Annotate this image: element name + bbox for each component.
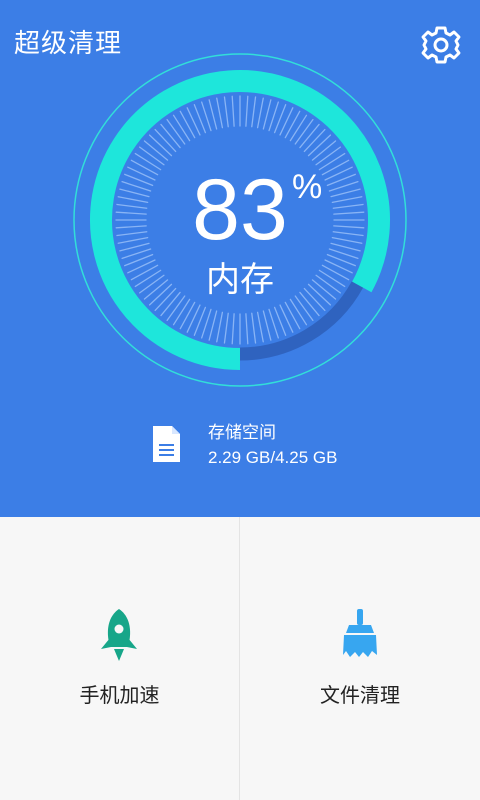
gauge-tick [299, 123, 320, 149]
gauge-tick [262, 310, 272, 341]
gauge-tick [256, 311, 264, 343]
memory-status-panel: 超级清理 83 % 内存 存储空间 2.29 GB/4.25 GB [0, 0, 480, 517]
gauge-tick [231, 95, 235, 127]
gauge-tick [324, 259, 353, 274]
gauge-tick [216, 97, 224, 129]
gauge-tick [186, 107, 201, 136]
gauge-tick [333, 225, 365, 229]
gauge-tick [331, 236, 363, 244]
gauge-tick [172, 298, 191, 326]
gauge-tick [315, 274, 341, 294]
gauge-tick [303, 128, 326, 153]
gauge-tick [279, 304, 294, 333]
gauge-tick [245, 313, 249, 345]
gauge-tick [186, 304, 201, 333]
gauge-tick [294, 119, 314, 145]
gauge-tick [130, 264, 159, 281]
gauge-tick [245, 95, 249, 127]
gauge-tick [321, 264, 350, 281]
gauge-tick [116, 231, 148, 237]
gauge-tick [172, 114, 191, 142]
gauge-tick [251, 96, 257, 128]
gauge-tick [256, 97, 264, 129]
gauge-tick [160, 123, 181, 149]
gauge-tick [251, 312, 257, 344]
gauge-tick [311, 279, 337, 300]
gauge-tick [179, 110, 196, 139]
gauge-tick [279, 107, 294, 136]
gauge-tick [284, 110, 301, 139]
gauge-tick [223, 96, 229, 128]
gauge-tick [318, 269, 346, 288]
broom-icon [343, 609, 377, 657]
gauge-tick [333, 211, 365, 215]
gauge-tick [119, 242, 150, 252]
gauge-tick [289, 114, 308, 142]
gauge-tick [307, 283, 332, 306]
gauge-tick [311, 140, 337, 161]
phone-speed-up-button[interactable]: 手机加速 [0, 517, 239, 800]
storage-value: 2.29 GB/4.25 GB [208, 448, 338, 467]
gauge-tick [119, 188, 150, 198]
percent-sign: % [292, 168, 323, 206]
quick-actions: 手机加速 文件清理 [0, 517, 480, 800]
gauge-tick [117, 236, 149, 244]
gauge-tick [208, 310, 218, 341]
rocket-icon [101, 609, 137, 661]
phone-speed-up-label: 手机加速 [79, 683, 160, 707]
gauge-tick [331, 196, 363, 204]
gauge-tick [208, 99, 218, 130]
gauge-tick [179, 301, 196, 330]
gauge-tick [154, 128, 177, 153]
gauge-tick [330, 242, 361, 252]
gauge-tick [330, 188, 361, 198]
gauge-tick [148, 134, 173, 157]
gauge-tick [307, 134, 332, 157]
storage-title: 存储空间 [208, 423, 276, 443]
gauge-tick [262, 99, 272, 130]
gauge-tick [231, 313, 235, 345]
gauge-tick [127, 259, 156, 274]
memory-label: 内存 [206, 260, 274, 300]
gauge-tick [134, 269, 162, 288]
document-icon [153, 426, 180, 462]
gauge-tick [289, 298, 308, 326]
gauge-tick [332, 231, 364, 237]
gauge-tick [223, 312, 229, 344]
gauge-tick [216, 311, 224, 343]
file-cleanup-label: 文件清理 [320, 683, 400, 707]
gauge-tick [148, 283, 173, 306]
gauge-tick [115, 225, 147, 229]
file-cleanup-button[interactable]: 文件清理 [240, 517, 480, 800]
gauge-tick [116, 203, 148, 209]
gauge-tick [143, 140, 169, 161]
storage-summary: 存储空间 2.29 GB/4.25 GB [148, 420, 388, 472]
gauge-tick [166, 119, 186, 145]
gauge-tick [139, 274, 165, 294]
gauge-tick [117, 196, 149, 204]
gauge-tick [284, 301, 301, 330]
gauge-tick [332, 203, 364, 209]
gauge-tick [115, 211, 147, 215]
gauge-tick [143, 279, 169, 300]
